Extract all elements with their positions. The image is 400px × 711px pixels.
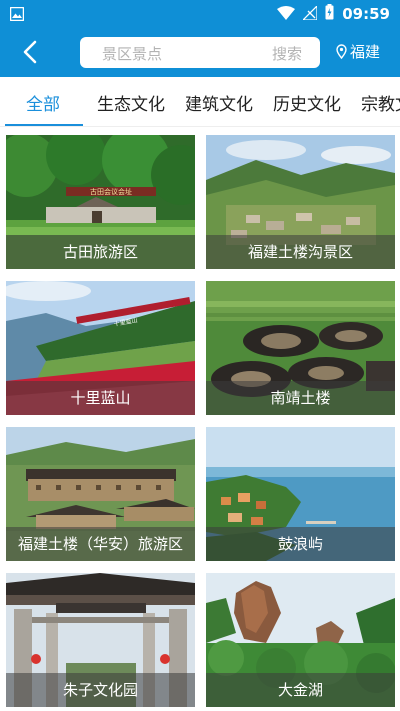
wifi-icon bbox=[277, 5, 296, 24]
location-pin-icon bbox=[336, 44, 347, 59]
spot-card-gutian[interactable]: 古田会议会址 古田旅游区 bbox=[6, 135, 195, 269]
spot-card-gulangyu[interactable]: 鼓浪屿 bbox=[206, 427, 395, 561]
spot-name: 福建土楼沟景区 bbox=[206, 235, 395, 269]
tab-all[interactable]: 全部 bbox=[26, 90, 60, 115]
spot-card-shili-lanshan[interactable]: 十里蓝山 十里蓝山 bbox=[6, 281, 195, 415]
status-time: 09:59 bbox=[342, 5, 390, 23]
battery-icon bbox=[325, 4, 334, 24]
search-box[interactable]: 景区景点 搜索 bbox=[80, 37, 320, 68]
back-button[interactable] bbox=[18, 39, 46, 65]
search-input[interactable]: 景区景点 bbox=[102, 43, 162, 64]
back-arrow-icon bbox=[23, 40, 37, 64]
spot-name: 福建土楼（华安）旅游区 bbox=[6, 527, 195, 561]
signal-icon bbox=[301, 3, 318, 24]
tab-architecture-culture[interactable]: 建筑文化 bbox=[185, 90, 253, 115]
spot-name: 鼓浪屿 bbox=[206, 527, 395, 561]
tab-religion-culture[interactable]: 宗教文 bbox=[361, 90, 400, 115]
spot-card-dajin-lake[interactable]: 大金湖 bbox=[206, 573, 395, 707]
spot-card-nanjing-tulou[interactable]: 南靖土楼 bbox=[206, 281, 395, 415]
status-bar: 09:59 bbox=[0, 0, 400, 27]
spot-card-huaan-tulou[interactable]: 福建土楼（华安）旅游区 bbox=[6, 427, 195, 561]
spot-name: 古田旅游区 bbox=[6, 235, 195, 269]
gallery-notification-icon bbox=[9, 6, 25, 25]
location-selector[interactable]: 福建 bbox=[336, 41, 380, 62]
spot-card-zhuzi-culture-park[interactable]: 朱子文化园 bbox=[6, 573, 195, 707]
category-tabs: 全部 生态文化 建筑文化 历史文化 宗教文 bbox=[0, 77, 400, 127]
building-sign: 古田会议会址 bbox=[90, 187, 132, 196]
spot-grid: 古田会议会址 古田旅游区 福建土楼沟景区 十里蓝山 十里蓝山 南靖土楼 福建土楼… bbox=[0, 127, 400, 711]
spot-name: 十里蓝山 bbox=[6, 381, 195, 415]
tab-ecology-culture[interactable]: 生态文化 bbox=[97, 90, 165, 115]
app-bar: 景区景点 搜索 福建 bbox=[0, 27, 400, 77]
location-label: 福建 bbox=[350, 43, 381, 61]
spot-name: 朱子文化园 bbox=[6, 673, 195, 707]
search-button[interactable]: 搜索 bbox=[272, 43, 302, 64]
spot-card-tulou-valley[interactable]: 福建土楼沟景区 bbox=[206, 135, 395, 269]
tab-history-culture[interactable]: 历史文化 bbox=[273, 90, 341, 115]
spot-name: 大金湖 bbox=[206, 673, 395, 707]
spot-name: 南靖土楼 bbox=[206, 381, 395, 415]
